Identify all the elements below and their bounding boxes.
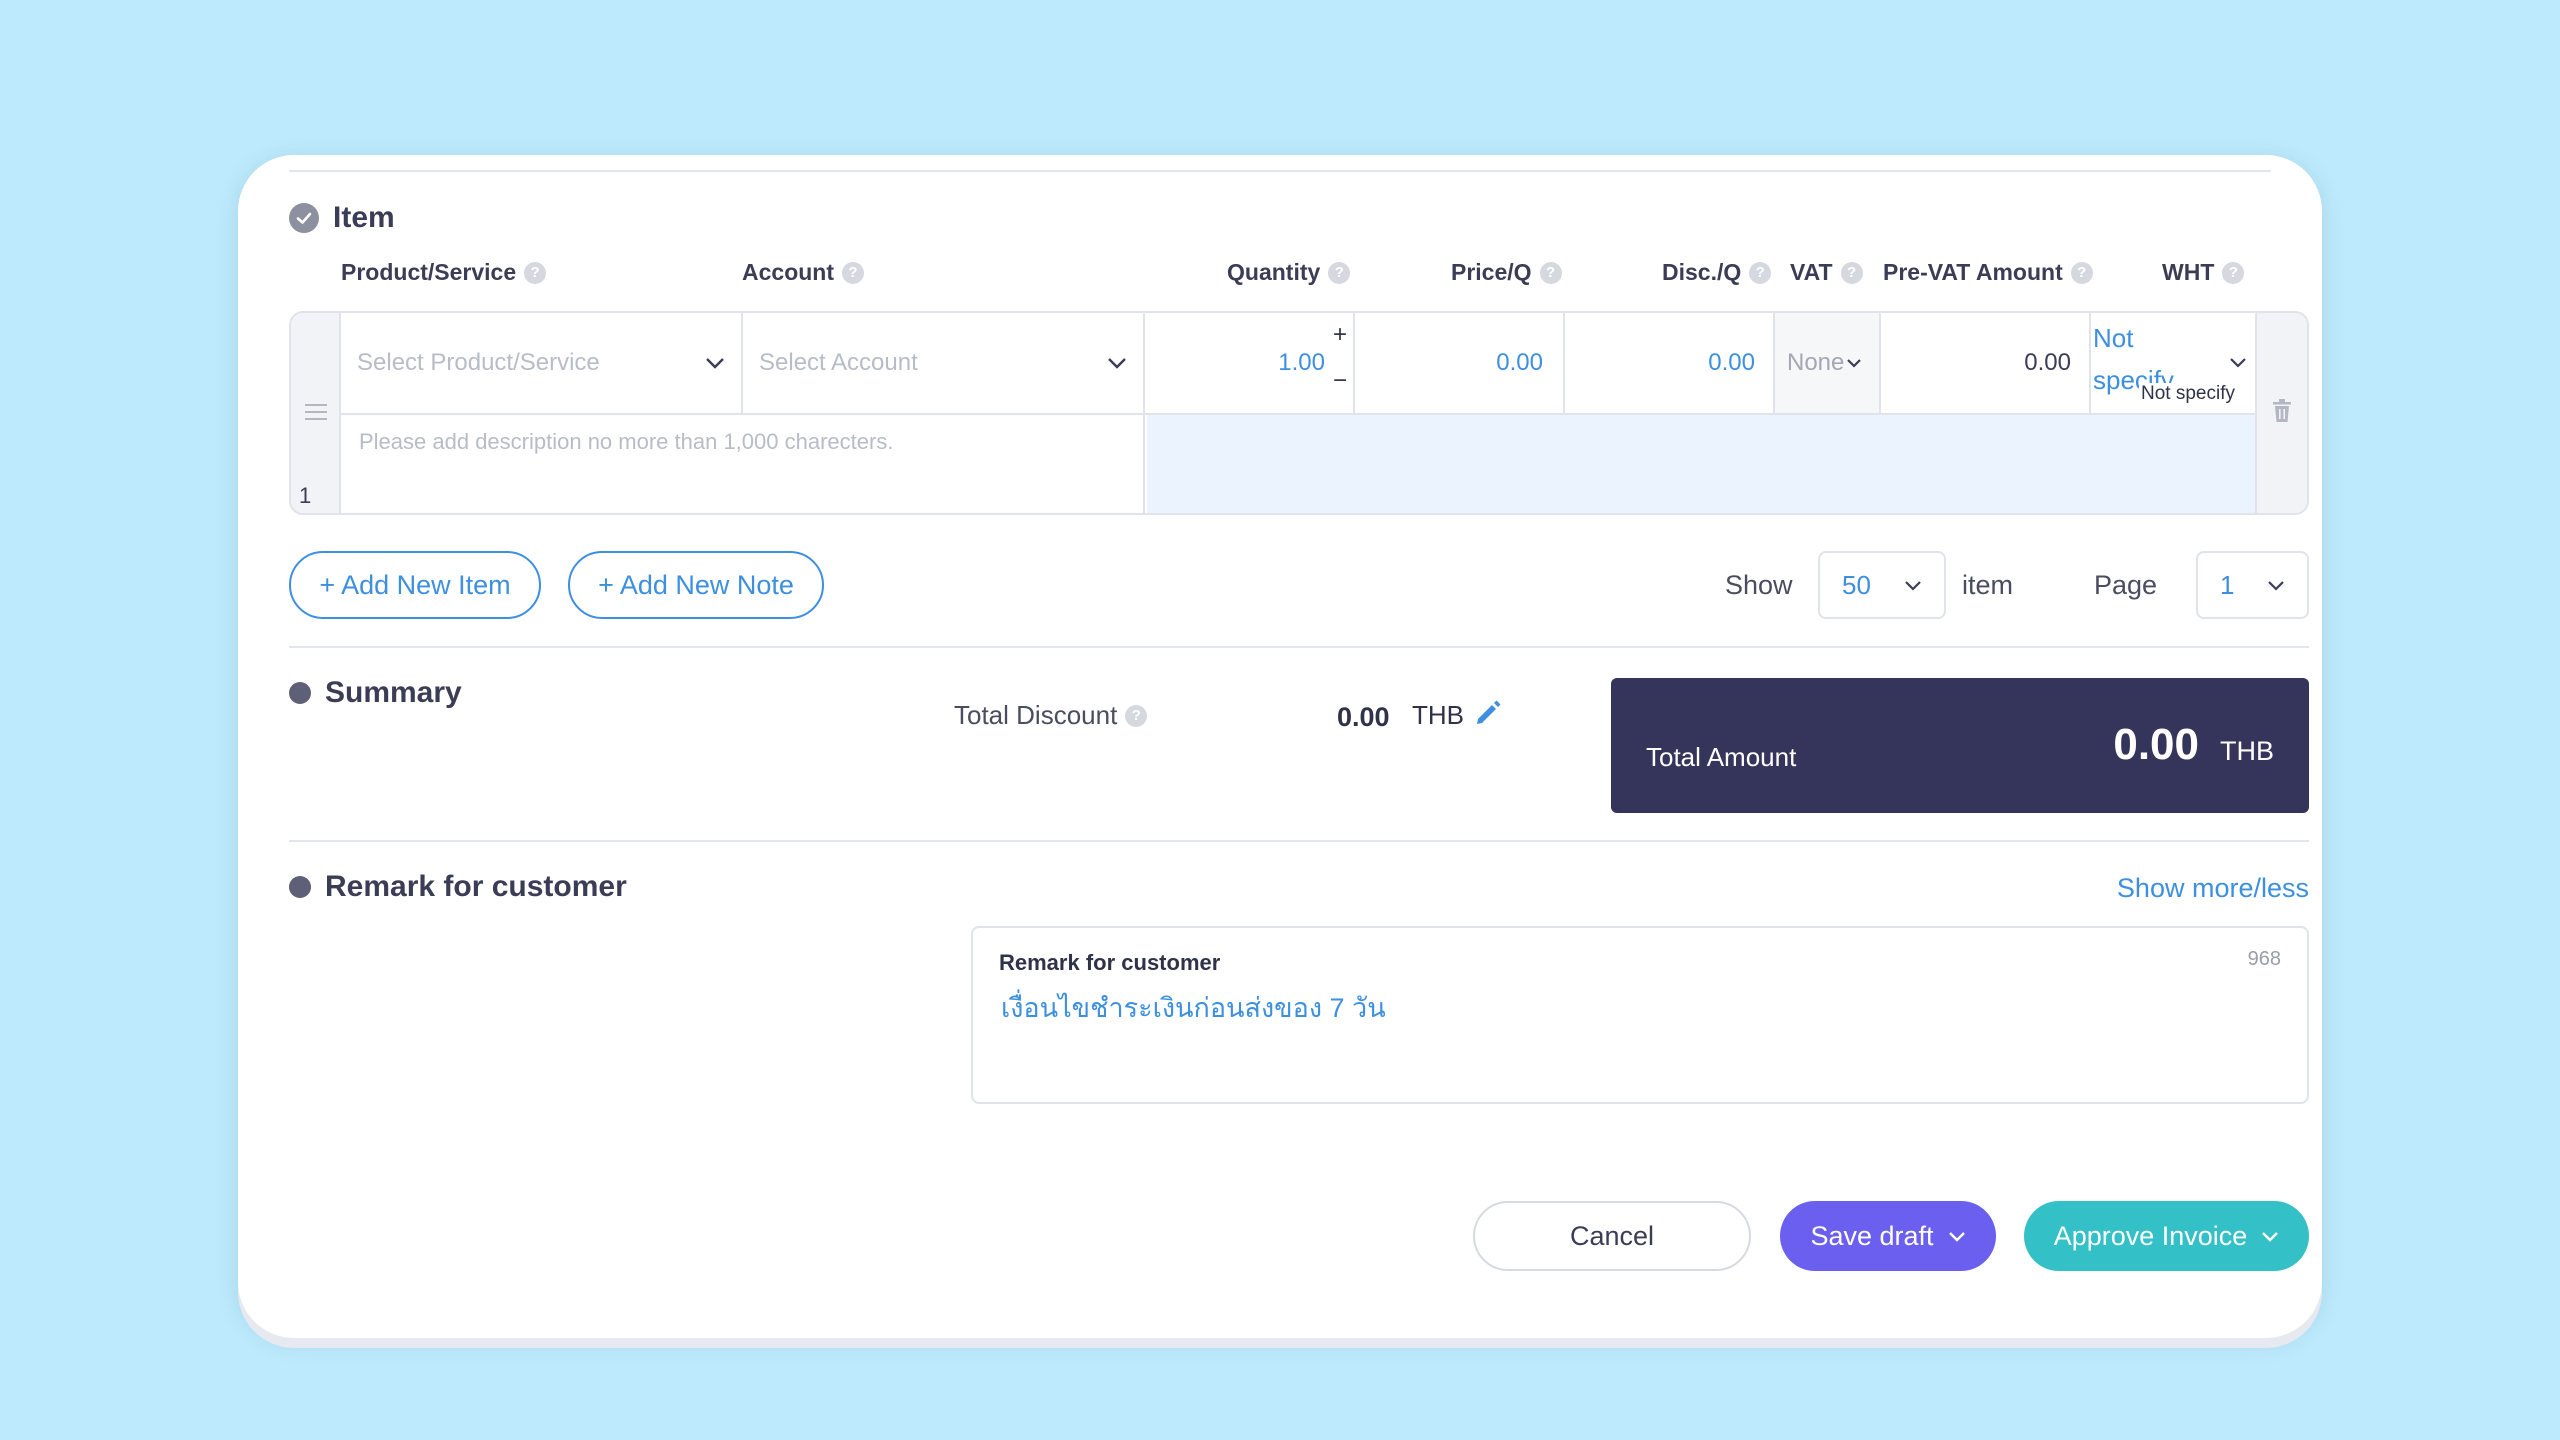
divider [289, 646, 2309, 648]
remark-section-title: Remark for customer [289, 870, 627, 904]
delete-row-button[interactable] [2255, 313, 2307, 513]
add-new-item-button[interactable]: + Add New Item [289, 551, 541, 619]
help-icon[interactable]: ? [2222, 261, 2245, 284]
product-placeholder: Select Product/Service [357, 349, 600, 376]
invoice-form-card: Item Product/Service ? Account ? Quantit… [238, 155, 2322, 1338]
cancel-button[interactable]: Cancel [1473, 1201, 1751, 1271]
page-select[interactable]: 1 [2196, 551, 2309, 619]
account-select[interactable]: Select Account [743, 313, 1145, 413]
col-head-vat: VAT ? [1790, 259, 1863, 286]
wht-select[interactable]: Not specify Not specify [2091, 313, 2257, 413]
save-draft-label: Save draft [1810, 1220, 1934, 1251]
chevron-down-icon [1847, 359, 1862, 368]
item-label: item [1962, 570, 2014, 600]
col-head-quantity: Quantity ? [1227, 259, 1351, 286]
chevron-down-icon [1905, 580, 1921, 591]
decrement-button[interactable]: − [1333, 367, 1347, 395]
col-head-wht: WHT ? [2162, 259, 2245, 286]
vat-value: None [1787, 349, 1845, 376]
save-draft-button[interactable]: Save draft [1780, 1201, 1996, 1271]
remark-textarea[interactable]: Remark for customer 968 เงื่อนไขชำระเงิน… [971, 926, 2309, 1104]
show-more-less-link[interactable]: Show more/less [2117, 873, 2309, 904]
col-head-product: Product/Service ? [341, 259, 547, 286]
help-icon[interactable]: ? [524, 261, 547, 284]
help-icon[interactable]: ? [2070, 261, 2093, 284]
discount-value: 0.00 [1708, 349, 1755, 376]
top-divider [289, 170, 2271, 172]
approve-invoice-button[interactable]: Approve Invoice [2024, 1201, 2309, 1271]
approve-invoice-label: Approve Invoice [2053, 1220, 2248, 1251]
add-new-note-button[interactable]: + Add New Note [568, 551, 824, 619]
chevron-down-icon [1948, 1231, 1965, 1242]
wht-tooltip: Not specify [2139, 383, 2237, 405]
total-discount-currency: THB [1412, 700, 1464, 730]
help-icon[interactable]: ? [1125, 704, 1148, 727]
trash-icon[interactable] [2272, 399, 2292, 423]
quantity-value: 1.00 [1278, 349, 1325, 376]
description-input[interactable]: Please add description no more than 1,00… [341, 415, 1145, 513]
page-value: 1 [2220, 569, 2235, 600]
row-drag-handle[interactable]: 1 [291, 313, 341, 513]
total-amount-value: 0.00 [2113, 720, 2199, 769]
col-head-pre-vat: Pre-VAT Amount ? [1883, 259, 2093, 286]
show-label: Show [1725, 570, 1793, 600]
chevron-down-icon [2268, 580, 2284, 591]
page-size-value: 50 [1842, 569, 1871, 600]
summary-title-text: Summary [325, 676, 462, 709]
edit-pencil-icon[interactable] [1474, 699, 1502, 727]
description-placeholder: Please add description no more than 1,00… [359, 429, 894, 454]
page-size-select[interactable]: 50 [1818, 551, 1946, 619]
pre-vat-value: 0.00 [2024, 349, 2071, 376]
help-icon[interactable]: ? [1840, 261, 1863, 284]
col-head-account: Account ? [742, 259, 864, 286]
total-amount-label: Total Amount [1646, 742, 1797, 772]
help-icon[interactable]: ? [1328, 261, 1351, 284]
chevron-down-icon [2230, 358, 2246, 368]
row-detail-area [1147, 415, 2255, 513]
chevron-down-icon [1108, 358, 1126, 369]
chevron-down-icon [2262, 1231, 2279, 1242]
product-select[interactable]: Select Product/Service [341, 313, 743, 413]
pre-vat-amount: 0.00 [1881, 313, 2091, 413]
remark-box-label: Remark for customer [999, 950, 1221, 975]
total-amount-currency: THB [2220, 736, 2274, 766]
price-input[interactable]: 0.00 [1355, 313, 1565, 413]
drag-handle-icon[interactable] [305, 403, 327, 421]
total-discount-value: 0.00 [1337, 702, 1390, 732]
character-counter: 968 [2247, 948, 2281, 970]
col-head-price: Price/Q ? [1451, 259, 1562, 286]
price-value: 0.00 [1496, 349, 1543, 376]
check-circle-icon [289, 203, 319, 233]
row-number: 1 [299, 483, 312, 508]
discount-input[interactable]: 0.00 [1565, 313, 1775, 413]
wht-value-line1: Not [2093, 323, 2134, 353]
remark-text: เงื่อนไขชำระเงินก่อนส่งของ 7 วัน [1001, 993, 1386, 1023]
help-icon[interactable]: ? [1749, 261, 1772, 284]
quantity-stepper[interactable]: 1.00 + − [1145, 313, 1355, 413]
chevron-down-icon [706, 358, 724, 369]
summary-section-title: Summary [289, 676, 462, 710]
divider [289, 840, 2309, 842]
cancel-label: Cancel [1569, 1220, 1655, 1251]
item-table-row: 1 Select Product/Service Select Account … [289, 311, 2309, 515]
help-icon[interactable]: ? [1539, 261, 1562, 284]
page-label: Page [2094, 570, 2158, 600]
col-head-discount: Disc./Q ? [1662, 259, 1772, 286]
item-section-title: Item [289, 201, 395, 235]
bullet-icon [289, 682, 311, 704]
increment-button[interactable]: + [1333, 321, 1347, 349]
total-amount-panel: Total Amount 0.00 THB [1611, 678, 2309, 813]
bullet-icon [289, 876, 311, 898]
item-title-text: Item [333, 201, 395, 234]
help-icon[interactable]: ? [842, 261, 864, 284]
remark-title-text: Remark for customer [325, 870, 627, 903]
vat-select[interactable]: None [1775, 313, 1881, 413]
account-placeholder: Select Account [759, 349, 918, 376]
total-discount-label: Total Discount ? [954, 700, 1148, 731]
